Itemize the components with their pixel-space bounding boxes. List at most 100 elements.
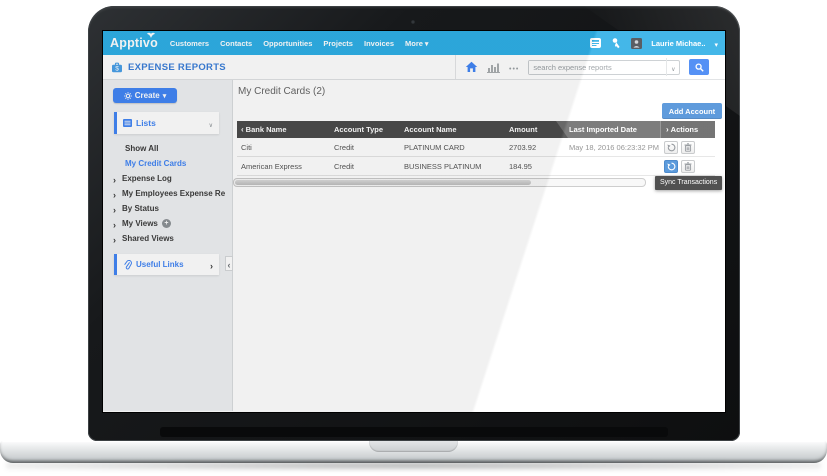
chart-icon[interactable] (487, 62, 500, 73)
column-account-name[interactable]: Account Name (400, 121, 505, 138)
top-navbar: Apptivo Customers Contacts Opportunities… (103, 31, 725, 55)
sidebar-collapse-handle[interactable] (225, 256, 233, 271)
cell-actions (660, 160, 715, 173)
cell-last-imported: May 18, 2016 06:23:32 PM (555, 143, 660, 152)
useful-links-expand-icon[interactable] (210, 256, 213, 274)
horizontal-scrollbar[interactable] (233, 178, 646, 187)
sync-tooltip: Sync Transactions (655, 176, 722, 190)
trash-icon (684, 143, 692, 152)
sidebar-item-label: Shared Views (122, 234, 174, 243)
sidebar-items: Show All My Credit Cards Expense Log My … (103, 141, 232, 246)
create-caret-icon (163, 91, 167, 100)
sidebar-item-show-all[interactable]: Show All (103, 141, 232, 156)
avatar[interactable] (631, 38, 642, 49)
chevron-left-icon (228, 255, 231, 273)
useful-links[interactable]: Useful Links (114, 254, 219, 275)
sidebar-item-label: My Credit Cards (125, 159, 186, 168)
nav-projects[interactable]: Projects (323, 39, 353, 48)
sidebar: Create Lists Show All My Credit Cards (103, 80, 233, 411)
sidebar-item-expense-log[interactable]: Expense Log (103, 171, 232, 186)
lists-label: Lists (136, 118, 156, 128)
column-label: Last Imported Date (569, 125, 637, 134)
cell-amount: 184.95 (505, 162, 555, 171)
leaf-icon (147, 32, 155, 38)
nav-more[interactable]: More (405, 39, 428, 48)
search-dropdown-icon[interactable] (666, 58, 679, 76)
laptop-base (0, 441, 827, 463)
sidebar-item-my-credit-cards[interactable]: My Credit Cards (103, 156, 232, 171)
content-pane: My Credit Cards (2) Add Account Bank Nam… (233, 80, 725, 411)
column-actions[interactable]: Actions (660, 121, 715, 138)
add-view-icon[interactable]: + (162, 219, 171, 228)
search-icon (695, 63, 704, 72)
cell-amount: 2703.92 (505, 143, 555, 152)
cell-account-name: PLATINUM CARD (400, 143, 505, 152)
sidebar-item-label: My Employees Expense Re (122, 189, 225, 198)
delete-account-button[interactable] (681, 141, 695, 154)
trash-icon (684, 162, 692, 171)
search-button[interactable] (689, 59, 709, 75)
main-row: Create Lists Show All My Credit Cards (103, 80, 725, 411)
sync-icon (667, 143, 676, 152)
table-header: Bank Name Account Type Account Name Amou… (237, 121, 715, 138)
apptivo-logo[interactable]: Apptivo (110, 36, 158, 50)
create-button[interactable]: Create (113, 88, 177, 103)
user-menu[interactable]: Laurie Michae.. (651, 39, 705, 48)
sidebar-item-label: By Status (122, 204, 159, 213)
sync-transactions-button[interactable] (664, 141, 678, 154)
billing-icon[interactable] (589, 37, 602, 49)
scroll-right-icon[interactable] (666, 125, 669, 134)
column-label: Actions (671, 125, 699, 134)
laptop-bezel: Apptivo Customers Contacts Opportunities… (88, 6, 740, 441)
sync-transactions-button[interactable] (664, 160, 678, 173)
nav-invoices[interactable]: Invoices (364, 39, 394, 48)
sidebar-item-by-status[interactable]: By Status (103, 201, 232, 216)
nav-opportunities[interactable]: Opportunities (263, 39, 312, 48)
laptop-notch (369, 441, 458, 452)
useful-links-label: Useful Links (136, 260, 184, 269)
laptop-hinge (160, 427, 668, 437)
sidebar-item-my-views[interactable]: My Views + (103, 216, 232, 231)
search-input[interactable] (529, 61, 666, 74)
credit-cards-table: Bank Name Account Type Account Name Amou… (237, 121, 715, 176)
navbar-right: Laurie Michae.. (589, 34, 718, 52)
scroll-left-icon[interactable] (241, 125, 244, 134)
app-header: $ EXPENSE REPORTS (111, 62, 226, 73)
user-caret-icon[interactable] (714, 34, 718, 52)
column-account-type[interactable]: Account Type (330, 121, 400, 138)
svg-text:$: $ (115, 65, 119, 72)
column-label: Account Type (334, 125, 383, 134)
nav-more-label: More (405, 39, 423, 48)
search-box (528, 60, 680, 75)
expense-app-icon: $ (111, 62, 123, 73)
chevron-right-icon (113, 230, 122, 248)
scrollbar-thumb[interactable] (235, 180, 531, 185)
sync-icon (667, 162, 676, 171)
cell-account-type: Credit (330, 162, 400, 171)
webcam-icon (411, 20, 415, 24)
column-bank-name[interactable]: Bank Name (237, 121, 330, 138)
screen: Apptivo Customers Contacts Opportunities… (103, 31, 725, 412)
add-account-button[interactable]: Add Account (662, 103, 722, 119)
app-title: EXPENSE REPORTS (128, 62, 226, 73)
column-label: Amount (509, 125, 537, 134)
home-icon[interactable] (465, 61, 478, 73)
sidebar-item-my-employees-expense[interactable]: My Employees Expense Re (103, 186, 232, 201)
table-row[interactable]: American Express Credit BUSINESS PLATINU… (237, 157, 715, 176)
column-amount[interactable]: Amount (505, 121, 555, 138)
delete-account-button[interactable] (681, 160, 695, 173)
cell-bank-name: American Express (237, 162, 330, 171)
column-last-imported-date[interactable]: Last Imported Date (555, 121, 660, 138)
nav-contacts[interactable]: Contacts (220, 39, 252, 48)
create-label: Create (135, 91, 160, 100)
lists-selector[interactable]: Lists (114, 112, 219, 134)
key-icon[interactable] (611, 37, 622, 49)
table-row[interactable]: Citi Credit PLATINUM CARD 2703.92 May 18… (237, 138, 715, 157)
nav-customers[interactable]: Customers (170, 39, 209, 48)
sidebar-item-label: My Views (122, 219, 158, 228)
sidebar-item-label: Show All (125, 144, 158, 153)
ellipsis-icon[interactable] (509, 58, 519, 76)
sidebar-item-shared-views[interactable]: Shared Views (103, 231, 232, 246)
lists-collapse-icon[interactable] (209, 114, 213, 132)
sidebar-item-label: Expense Log (122, 174, 172, 183)
